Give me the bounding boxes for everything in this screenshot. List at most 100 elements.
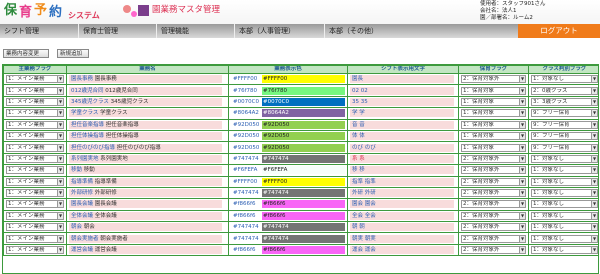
task-name-field[interactable]: 朝会実施者 朝会実施者: [69, 234, 226, 243]
main-flag-select[interactable]: 1：メイン業務 ▼: [6, 223, 64, 232]
class-flag-select[interactable]: 3：3歳クラス ▼: [531, 97, 598, 106]
childcare-flag-select[interactable]: 1：保育対象 ▼: [461, 120, 526, 129]
nav-hq-hr[interactable]: 本部（人事管理）: [234, 24, 324, 38]
class-flag-select[interactable]: 1：対象なし ▼: [531, 154, 598, 163]
color-field[interactable]: #76f780 #76f780: [231, 86, 345, 95]
task-name-field[interactable]: 指導準備 指導準備: [69, 177, 226, 186]
childcare-flag-select[interactable]: 2：保育対象外 ▼: [461, 211, 526, 220]
task-name-field[interactable]: 朝会 朝会: [69, 223, 226, 232]
class-flag-select[interactable]: 1：対象なし ▼: [531, 166, 598, 175]
color-field[interactable]: #f866f6 #f866f6: [231, 211, 345, 220]
class-flag-select[interactable]: 1：対象なし ▼: [531, 75, 598, 84]
add-new-button[interactable]: 新規追加: [57, 49, 89, 58]
class-flag-select[interactable]: 9：フリー保育 ▼: [531, 143, 598, 152]
change-task-button[interactable]: 業務内容変更: [3, 49, 49, 58]
shift-text-field[interactable]: 運会 運会: [350, 246, 456, 255]
class-flag-select[interactable]: 2：0歳クラス ▼: [531, 86, 598, 95]
class-flag-select[interactable]: 1：対象なし ▼: [531, 223, 598, 232]
childcare-flag-select[interactable]: 2：保育対象外 ▼: [461, 75, 526, 84]
class-flag-select[interactable]: 1：対象なし ▼: [531, 234, 598, 243]
shift-text-field[interactable]: 園会 園会: [350, 200, 456, 209]
shift-text-field[interactable]: 朝実 朝実: [350, 234, 456, 243]
color-field[interactable]: #747474 #747474: [231, 189, 345, 198]
task-name-field[interactable]: 園長会議 園長会議: [69, 200, 226, 209]
nav-admin-functions[interactable]: 管理機能: [156, 24, 234, 38]
childcare-flag-select[interactable]: 2：保育対象外 ▼: [461, 223, 526, 232]
color-field[interactable]: #747474 #747474: [231, 154, 345, 163]
color-field[interactable]: #f866f6 #f866f6: [231, 200, 345, 209]
class-flag-select[interactable]: 1：対象なし ▼: [531, 246, 598, 255]
childcare-flag-select[interactable]: 2：保育対象外 ▼: [461, 234, 526, 243]
main-flag-select[interactable]: 1：メイン業務 ▼: [6, 246, 64, 255]
shift-text-field[interactable]: 35 35: [350, 97, 456, 106]
nav-staff-management[interactable]: 保育士管理: [78, 24, 156, 38]
task-name-field[interactable]: 担任音楽指導 担任音楽指導: [69, 120, 226, 129]
main-flag-select[interactable]: 1：メイン業務 ▼: [6, 75, 64, 84]
main-flag-select[interactable]: 1：メイン業務 ▼: [6, 166, 64, 175]
shift-text-field[interactable]: 02 02: [350, 86, 456, 95]
shift-text-field[interactable]: 全会 全会: [350, 211, 456, 220]
class-flag-select[interactable]: 1：対象なし ▼: [531, 177, 598, 186]
shift-text-field[interactable]: 移 移: [350, 166, 456, 175]
color-field[interactable]: #f866f6 #f866f6: [231, 246, 345, 255]
color-field[interactable]: #92D050 #92D050: [231, 143, 345, 152]
color-field[interactable]: #0070C0 #0070C0: [231, 97, 345, 106]
task-name-field[interactable]: 移動 移動: [69, 166, 226, 175]
color-field[interactable]: #92D050 #92D050: [231, 132, 345, 141]
childcare-flag-select[interactable]: 1：保育対象 ▼: [461, 97, 526, 106]
task-name-field[interactable]: 全体会議 全体会議: [69, 211, 226, 220]
class-flag-select[interactable]: 9：フリー保育 ▼: [531, 120, 598, 129]
nav-hq-other[interactable]: 本部（その他）: [324, 24, 414, 38]
task-name-field[interactable]: 担任体操指導 担任体操指導: [69, 132, 226, 141]
class-flag-select[interactable]: 9：フリー保育 ▼: [531, 132, 598, 141]
class-flag-select[interactable]: 1：対象なし ▼: [531, 200, 598, 209]
childcare-flag-select[interactable]: 2：保育対象外 ▼: [461, 177, 526, 186]
main-flag-select[interactable]: 1：メイン業務 ▼: [6, 154, 64, 163]
main-flag-select[interactable]: 1：メイン業務 ▼: [6, 143, 64, 152]
color-field[interactable]: #8064A2 #8064A2: [231, 109, 345, 118]
shift-text-field[interactable]: 音 音: [350, 120, 456, 129]
childcare-flag-select[interactable]: 2：保育対象外 ▼: [461, 200, 526, 209]
task-name-field[interactable]: 担任のびのび指導 担任のびのび指導: [69, 143, 226, 152]
logout-button[interactable]: ログアウト: [518, 24, 600, 38]
shift-text-field[interactable]: 園長: [350, 75, 456, 84]
main-flag-select[interactable]: 1：メイン業務 ▼: [6, 109, 64, 118]
task-name-field[interactable]: 運営会議 運営会議: [69, 246, 226, 255]
childcare-flag-select[interactable]: 2：保育対象外 ▼: [461, 166, 526, 175]
shift-text-field[interactable]: 指準 指準: [350, 177, 456, 186]
childcare-flag-select[interactable]: 1：保育対象 ▼: [461, 109, 526, 118]
class-flag-select[interactable]: 1：対象なし ▼: [531, 189, 598, 198]
childcare-flag-select[interactable]: 1：保育対象 ▼: [461, 132, 526, 141]
childcare-flag-select[interactable]: 2：保育対象外 ▼: [461, 246, 526, 255]
childcare-flag-select[interactable]: 2：保育対象外 ▼: [461, 189, 526, 198]
task-name-field[interactable]: 012歳児合同 012歳児合同: [69, 86, 226, 95]
shift-text-field[interactable]: 系 系: [350, 154, 456, 163]
task-name-field[interactable]: 345歳児クラス 345歳児クラス: [69, 97, 226, 106]
main-flag-select[interactable]: 1：メイン業務 ▼: [6, 177, 64, 186]
main-flag-select[interactable]: 1：メイン業務 ▼: [6, 189, 64, 198]
color-field[interactable]: #FFFF00 #FFFF00: [231, 75, 345, 84]
color-field[interactable]: #747474 #747474: [231, 234, 345, 243]
color-field[interactable]: #FFFF00 #FFFF00: [231, 177, 345, 186]
main-flag-select[interactable]: 1：メイン業務 ▼: [6, 200, 64, 209]
task-name-field[interactable]: 園長事務 園長事務: [69, 75, 226, 84]
task-name-field[interactable]: 外部研修 外部研修: [69, 189, 226, 198]
shift-text-field[interactable]: 外研 外研: [350, 189, 456, 198]
main-flag-select[interactable]: 1：メイン業務 ▼: [6, 234, 64, 243]
shift-text-field[interactable]: 体 体: [350, 132, 456, 141]
color-field[interactable]: #747474 #747474: [231, 223, 345, 232]
shift-text-field[interactable]: のび のび: [350, 143, 456, 152]
color-field[interactable]: #92D050 #92D050: [231, 120, 345, 129]
main-flag-select[interactable]: 1：メイン業務 ▼: [6, 132, 64, 141]
shift-text-field[interactable]: 朝 朝: [350, 223, 456, 232]
color-field[interactable]: #F6FEFA #F6FEFA: [231, 166, 345, 175]
childcare-flag-select[interactable]: 1：保育対象 ▼: [461, 143, 526, 152]
shift-text-field[interactable]: 学 学: [350, 109, 456, 118]
class-flag-select[interactable]: 9：フリー保育 ▼: [531, 109, 598, 118]
task-name-field[interactable]: 系列園実地 系列園実地: [69, 154, 226, 163]
class-flag-select[interactable]: 1：対象なし ▼: [531, 211, 598, 220]
childcare-flag-select[interactable]: 1：保育対象 ▼: [461, 86, 526, 95]
main-flag-select[interactable]: 1：メイン業務 ▼: [6, 120, 64, 129]
childcare-flag-select[interactable]: 2：保育対象外 ▼: [461, 154, 526, 163]
main-flag-select[interactable]: 1：メイン業務 ▼: [6, 211, 64, 220]
